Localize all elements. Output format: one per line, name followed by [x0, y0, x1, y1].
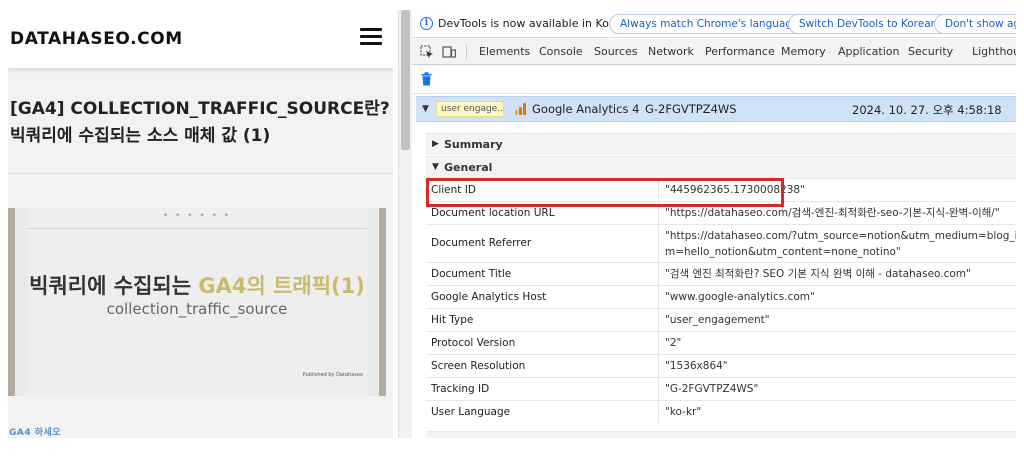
param-value: "https://datahaseo.com/검색-엔진-최적화란-seo-기본…: [665, 207, 1000, 219]
event-badge: user engage...: [436, 101, 504, 117]
hit-tracking-id: G-2FGVTPZ4WS: [645, 102, 737, 116]
hit-timestamp: 2024. 10. 27. 오후 4:58:18: [852, 103, 1002, 117]
param-row-tracking-id[interactable]: Tracking ID "G-2FGVTPZ4WS": [426, 377, 1016, 400]
param-value: "2": [665, 337, 682, 349]
inspect-element-icon[interactable]: [420, 45, 434, 58]
column-separator: [658, 355, 659, 377]
column-separator: [658, 401, 659, 423]
tab-security[interactable]: Security: [908, 45, 953, 58]
column-separator: [658, 202, 659, 224]
column-separator: [658, 179, 659, 201]
param-name: Protocol Version: [431, 337, 516, 349]
param-name: Tracking ID: [431, 383, 490, 395]
tab-application[interactable]: Application: [838, 45, 899, 58]
tab-elements[interactable]: Elements: [479, 45, 530, 58]
param-row-hit-type[interactable]: Hit Type "user_engagement": [426, 308, 1016, 331]
switch-korean-button[interactable]: Switch DevTools to Korean: [788, 14, 949, 34]
site-logo[interactable]: DATAHASEO.COM: [10, 29, 183, 49]
param-value: "1536x864": [665, 360, 728, 372]
site-header: DATAHASEO.COM: [8, 10, 393, 68]
tabbar-separator: [466, 44, 467, 60]
hero-heading: 빅쿼리에 수집되는 GA4의 트래픽(1): [27, 270, 367, 300]
hamburger-menu-icon[interactable]: [360, 28, 382, 46]
param-value: "ko-kr": [665, 406, 702, 418]
param-name: Client ID: [431, 184, 476, 196]
tab-sources[interactable]: Sources: [594, 45, 638, 58]
tab-memory[interactable]: Memory: [781, 45, 826, 58]
param-value: "검색 엔진 최적화란? SEO 기본 지식 완벽 이해 - datahaseo…: [665, 268, 971, 280]
general-params-table: Client ID "445962365.1730008238" Documen…: [426, 178, 1016, 423]
info-icon: i: [420, 17, 433, 30]
pane-scrollbar-thumb[interactable]: [401, 10, 410, 150]
devtools-panel: i DevTools is now available in Korean! A…: [412, 10, 1016, 438]
param-value: "user_engagement": [665, 314, 770, 326]
param-row-document-location[interactable]: Document location URL "https://datahaseo…: [426, 201, 1016, 224]
tab-network[interactable]: Network: [648, 45, 694, 58]
next-section-header[interactable]: [426, 431, 1016, 438]
hero-slide: • • • • • • 빅쿼리에 수집되는 GA4의 트래픽(1) collec…: [27, 208, 367, 396]
tab-performance[interactable]: Performance: [705, 45, 775, 58]
param-row-user-language[interactable]: User Language "ko-kr": [426, 400, 1016, 423]
param-name: User Language: [431, 406, 511, 418]
blog-page: DATAHASEO.COM [GA4] COLLECTION_TRAFFIC_S…: [8, 10, 393, 438]
column-separator: [658, 309, 659, 331]
google-analytics-icon: [515, 103, 527, 115]
param-name: Google Analytics Host: [431, 291, 547, 303]
param-row-protocol-version[interactable]: Protocol Version "2": [426, 331, 1016, 354]
device-toolbar-icon[interactable]: [442, 45, 456, 58]
hero-subheading: collection_traffic_source: [106, 300, 288, 318]
param-value: "445962365.1730008238": [665, 184, 805, 196]
param-value: "G-2FGVTPZ4WS": [665, 383, 759, 395]
hit-details: ▶ Summary ▼ General Client ID "445962365…: [426, 133, 1016, 438]
ga4-hit-row[interactable]: ▼ user engage... Google Analytics 4 G-2F…: [416, 96, 1016, 122]
hero-topline: [27, 228, 367, 229]
expanded-triangle-icon: ▼: [432, 162, 439, 172]
general-section-header[interactable]: ▼ General: [426, 156, 1016, 178]
hero-dots: • • • • • •: [162, 211, 232, 221]
hero-image: • • • • • • 빅쿼리에 수집되는 GA4의 트래픽(1) collec…: [8, 208, 386, 396]
param-name: Document Referrer: [431, 237, 532, 249]
expand-caret-icon[interactable]: ▼: [422, 104, 429, 114]
param-row-document-referrer[interactable]: Document Referrer "https://datahaseo.com…: [426, 224, 1016, 262]
column-separator: [658, 263, 659, 285]
summary-label: Summary: [444, 138, 503, 151]
param-row-document-title[interactable]: Document Title "검색 엔진 최적화란? SEO 기본 지식 완벽…: [426, 262, 1016, 285]
param-row-ga-host[interactable]: Google Analytics Host "www.google-analyt…: [426, 285, 1016, 308]
param-name: Hit Type: [431, 314, 474, 326]
devtools-tabbar: Elements Console Sources Network Perform…: [412, 39, 1016, 65]
param-value: "www.google-analytics.com": [665, 291, 815, 303]
param-value: "https://datahaseo.com/?utm_source=notio…: [665, 230, 1016, 242]
tab-console[interactable]: Console: [539, 45, 583, 58]
hero-publisher: Published by Datahaseo: [302, 372, 363, 378]
column-separator: [658, 378, 659, 400]
trash-icon[interactable]: [421, 72, 432, 86]
screenshot-root: DATAHASEO.COM [GA4] COLLECTION_TRAFFIC_S…: [0, 0, 1024, 460]
column-separator: [658, 332, 659, 354]
param-row-client-id[interactable]: Client ID "445962365.1730008238": [426, 178, 1016, 201]
general-label: General: [444, 161, 493, 174]
param-name: Document Title: [431, 268, 512, 280]
match-language-button[interactable]: Always match Chrome's language: [609, 14, 810, 34]
param-row-screen-resolution[interactable]: Screen Resolution "1536x864": [426, 354, 1016, 377]
tab-lighthouse[interactable]: Lighthou: [972, 45, 1016, 58]
column-separator: [658, 225, 659, 262]
devtools-infobar: i DevTools is now available in Korean! A…: [412, 10, 1016, 38]
hero-heading-text: 빅쿼리에 수집되는: [29, 274, 199, 298]
param-name: Document location URL: [431, 207, 555, 219]
panel-toolbar: [412, 66, 1016, 94]
param-name: Screen Resolution: [431, 360, 526, 372]
hit-property-name: Google Analytics 4: [532, 102, 640, 116]
dont-show-again-button[interactable]: Don't show agai: [934, 14, 1016, 34]
hero-heading-accent: GA4의 트래픽(1): [198, 274, 365, 298]
param-value-continued: m=hello_notion&utm_content=none_notino": [665, 246, 901, 258]
collapsed-triangle-icon: ▶: [432, 139, 439, 149]
post-category-link[interactable]: GA4 하세오: [9, 425, 61, 438]
summary-section-header[interactable]: ▶ Summary: [426, 133, 1016, 155]
column-separator: [658, 286, 659, 308]
title-divider: [8, 173, 393, 174]
pane-scrollbar[interactable]: [398, 10, 412, 438]
post-title: [GA4] COLLECTION_TRAFFIC_SOURCE란? 빅쿼리에 수…: [10, 99, 390, 146]
